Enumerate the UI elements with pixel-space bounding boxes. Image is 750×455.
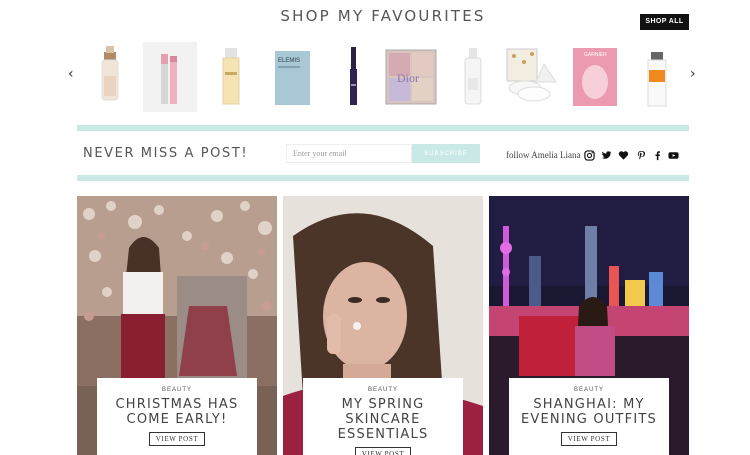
follow-label: follow Amelia Liana <box>506 150 581 160</box>
dior-text: Dior <box>397 71 419 85</box>
post-title[interactable]: MY SPRING SKINCARE ESSENTIALS <box>303 397 463 442</box>
product-cotton-pads-pack[interactable] <box>504 42 558 112</box>
shop-all-button[interactable]: SHOP ALL <box>640 14 689 30</box>
product-lip-glow-balm[interactable] <box>143 42 197 112</box>
shop-favourites-title: SHOP MY FAVOURITES <box>280 7 486 25</box>
post-category: BEAUTY <box>573 387 604 393</box>
facebook-icon[interactable] <box>652 150 663 161</box>
elemis-text: ELEMIS <box>278 58 300 64</box>
post-overlay: BEAUTY SHANGHAI: MY EVENING OUTFITS VIEW… <box>509 378 669 455</box>
product-white-serum-bottle[interactable] <box>446 42 500 112</box>
subscribe-button[interactable]: SUBSCRIBE <box>412 144 480 163</box>
post-overlay: BEAUTY CHRISTMAS HAS COME EARLY! VIEW PO… <box>97 378 257 455</box>
post-overlay: BEAUTY MY SPRING SKINCARE ESSENTIALS VIE… <box>303 378 463 455</box>
pinterest-icon[interactable] <box>636 150 647 161</box>
garnier-text: GARNIER <box>584 52 607 58</box>
post-category: BEAUTY <box>161 387 192 393</box>
post-card-skincare[interactable]: BEAUTY MY SPRING SKINCARE ESSENTIALS VIE… <box>283 196 483 455</box>
carousel-next-icon[interactable]: › <box>690 66 696 82</box>
youtube-icon[interactable] <box>668 150 679 161</box>
view-post-button[interactable]: VIEW POST <box>560 432 618 446</box>
accent-divider-top <box>77 125 689 131</box>
accent-divider-bottom <box>77 175 689 181</box>
post-title[interactable]: SHANGHAI: MY EVENING OUTFITS <box>509 397 669 427</box>
post-title[interactable]: CHRISTMAS HAS COME EARLY! <box>97 397 257 427</box>
post-card-christmas[interactable]: BEAUTY CHRISTMAS HAS COME EARLY! VIEW PO… <box>77 196 277 455</box>
carousel-prev-icon[interactable]: ‹ <box>68 66 74 82</box>
product-serum-dropper-bottle[interactable] <box>83 42 137 112</box>
heart-icon[interactable] <box>618 150 629 161</box>
product-dior-highlighter-palette[interactable]: Dior <box>384 42 438 112</box>
product-mascara[interactable] <box>326 42 380 112</box>
product-garnier-sheet-mask[interactable]: GARNIER <box>570 42 624 112</box>
product-gold-essence-bottle[interactable] <box>204 42 258 112</box>
product-elemis-sheet-mask[interactable]: ELEMIS <box>266 42 320 112</box>
twitter-icon[interactable] <box>601 150 612 161</box>
post-card-shanghai[interactable]: BEAUTY SHANGHAI: MY EVENING OUTFITS VIEW… <box>489 196 689 455</box>
product-orange-label-bottle[interactable] <box>630 42 684 112</box>
post-category: BEAUTY <box>367 387 398 393</box>
newsletter-heading: NEVER MISS A POST! <box>83 146 249 161</box>
instagram-icon[interactable] <box>584 150 595 161</box>
email-field[interactable] <box>286 144 412 163</box>
view-post-button[interactable]: VIEW POST <box>148 432 206 446</box>
view-post-button[interactable]: VIEW POST <box>354 447 412 455</box>
